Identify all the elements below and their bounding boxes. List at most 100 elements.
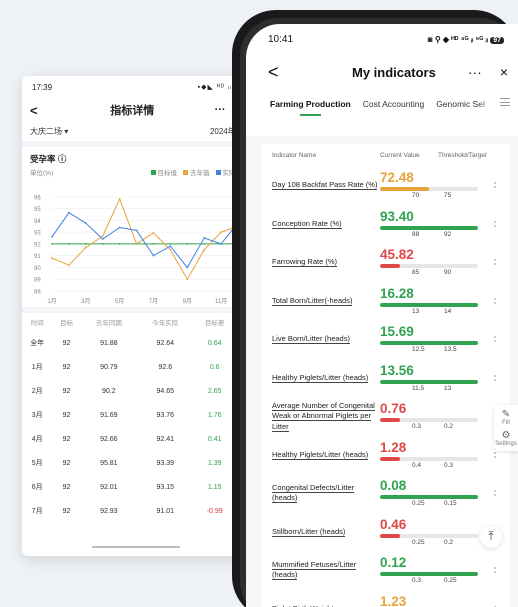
progress-fill: [380, 572, 478, 576]
data-point: [84, 246, 87, 249]
indicator-name[interactable]: Healthy Piglets/Litter (heads): [272, 449, 378, 461]
data-table: 时间 目标 去年同期 今年实际 目标差 同 全年9291.8892.640.64…: [22, 313, 250, 523]
y-tick-label: 92: [34, 242, 41, 248]
x-tick-label: 5月: [115, 298, 124, 305]
status-bar: 17:39 ▪◆◣ ᴴᴰ ᵢₗ ▮: [22, 76, 250, 98]
threshold-value: 0.3: [412, 423, 422, 430]
cell-time: 6月: [31, 484, 43, 491]
farm-select[interactable]: 大庆二场 ▾: [30, 126, 68, 137]
indicator-row[interactable]: Congenital Defects/Litter (heads) 0.08 0.2…: [262, 474, 510, 513]
y-tick-label: 89: [34, 278, 41, 284]
indicator-name[interactable]: Conception Rate (%): [272, 218, 378, 230]
data-point: [203, 248, 206, 251]
data-point: [51, 235, 53, 238]
indicator-row[interactable]: Stillborn/Litter (heads) 0.46 0.25 0.2: [262, 513, 510, 552]
data-point: [68, 211, 70, 214]
indicator-row[interactable]: Mummified Fetuses/Litter (heads) 0.12 0.3 0…: [262, 551, 510, 590]
cell-diff: 1.15: [207, 483, 222, 491]
data-point: [152, 232, 155, 234]
column-header-name: Indicator Name: [272, 151, 317, 159]
target-value: 0.15: [444, 500, 457, 507]
indicator-row[interactable]: Day 108 Backfat Pass Rate (%) 72.48 70 75: [262, 166, 510, 205]
cell-time: 3月: [31, 412, 43, 419]
x-tick-label: 11月: [215, 298, 227, 305]
data-point: [220, 231, 222, 234]
progress-fill: [380, 379, 478, 384]
status-time: 17:39: [32, 82, 53, 92]
page-title: My indicators: [352, 64, 436, 80]
indicator-name[interactable]: Healthy Piglets/Litter (heads): [272, 372, 378, 384]
indicator-name[interactable]: Day 108 Backfat Pass Rate (%): [272, 180, 378, 191]
cell-diff: 0.41: [207, 435, 222, 443]
indicator-row[interactable]: Conception Rate (%) 93.40 88 92: [262, 205, 510, 244]
table-header: 今年实际: [152, 320, 179, 327]
indicator-row[interactable]: Piglet Birth Weight1.23: [262, 590, 510, 607]
more-vertical-icon[interactable]: [494, 336, 496, 342]
indicator-row[interactable]: Healthy Piglets/Litter (heads) 13.56 11.5 1…: [262, 359, 510, 398]
column-header-threshold: Threshold/Target: [438, 151, 487, 159]
indicator-row[interactable]: Live Born/Litter (heads) 15.69 12.5 13.5: [262, 320, 510, 359]
indicator-value: 0.46: [380, 516, 407, 532]
menu-icon[interactable]: [500, 98, 510, 106]
more-vertical-icon[interactable]: [494, 490, 496, 496]
chart-unit: 单位(%): [30, 170, 54, 177]
fill-tool[interactable]: ✎ Fill: [494, 409, 518, 426]
data-point: [135, 229, 138, 232]
indicator-name[interactable]: Piglet Birth Weight: [272, 603, 378, 607]
legend-swatch: [183, 170, 188, 175]
cell-actual: 92.6: [158, 363, 173, 371]
indicator-name[interactable]: Average Number of Congenital Weak or Abn…: [272, 400, 378, 433]
x-tick-label: 1月: [47, 298, 56, 305]
back-icon[interactable]: <: [30, 103, 50, 118]
indicator-name[interactable]: Live Born/Litter (heads): [272, 334, 378, 345]
y-tick-label: 91: [34, 254, 41, 260]
target-value: 75: [444, 192, 452, 199]
gear-icon: ⚙: [501, 430, 511, 441]
threshold-value: 0.25: [412, 538, 425, 546]
cell-time: 2月: [31, 388, 43, 395]
more-vertical-icon[interactable]: [494, 374, 496, 381]
indicator-value: 45.82: [380, 247, 414, 262]
more-vertical-icon[interactable]: [494, 182, 496, 188]
indicator-row[interactable]: Healthy Piglets/Litter (heads) 1.28 0.4 0.3: [262, 436, 510, 475]
more-vertical-icon[interactable]: [494, 259, 496, 265]
threshold-value: 0.4: [412, 461, 422, 469]
indicator-row[interactable]: Total Born/Litter(-heads) 16.28 13 14: [262, 282, 510, 321]
more-vertical-icon[interactable]: [494, 567, 496, 573]
indicator-name[interactable]: Farrowing Rate (%): [272, 257, 378, 268]
series-line: [51, 212, 239, 269]
tab-cost-accounting[interactable]: Cost Accounting: [363, 99, 424, 109]
indicator-name[interactable]: Total Born/Litter(-heads): [272, 295, 378, 307]
back-to-top-button[interactable]: ⤒: [480, 526, 502, 548]
threshold-value: 13: [412, 307, 420, 315]
more-vertical-icon[interactable]: [494, 451, 496, 458]
indicator-name[interactable]: Mummified Fetuses/Litter (heads): [272, 559, 378, 581]
data-point: [152, 242, 155, 245]
indicator-name[interactable]: Stillborn/Litter (heads): [272, 526, 378, 538]
back-icon[interactable]: <: [268, 62, 298, 83]
cell-diff: 0.64: [207, 339, 222, 347]
indicator-name[interactable]: Congenital Defects/Litter (heads): [272, 482, 378, 504]
more-vertical-icon[interactable]: [494, 220, 496, 227]
progress-fill: [380, 187, 429, 191]
cell-last-year: 90.2: [102, 387, 116, 395]
progress-fill: [380, 418, 400, 422]
tab-farming-production[interactable]: Farming Production: [270, 99, 351, 116]
more-vertical-icon[interactable]: [494, 297, 496, 304]
side-toolbar: ✎ Fill ⚙ Settings: [494, 405, 518, 451]
y-tick-label: 88: [34, 290, 41, 296]
indicator-row[interactable]: Farrowing Rate (%) 45.82 85 90: [262, 243, 510, 282]
table-row: 6月 92 92.01 93.15 1.15: [22, 475, 250, 499]
data-point: [186, 266, 189, 269]
indicator-row[interactable]: Average Number of Congenital Weak or Abn…: [262, 397, 510, 436]
close-icon[interactable]: ×: [500, 64, 508, 80]
more-icon[interactable]: ···: [215, 104, 226, 116]
chart-legend: 目标值 去年值 实际值: [150, 167, 242, 177]
cell-target: 92: [62, 483, 71, 491]
cell-diff: 1.39: [207, 459, 222, 467]
cell-last-year: 92.66: [100, 435, 118, 443]
filter-row: 大庆二场 ▾ 2024年 ▾: [22, 122, 250, 141]
settings-tool[interactable]: ⚙ Settings: [494, 430, 518, 447]
more-icon[interactable]: ···: [468, 64, 482, 80]
cell-actual: 94.65: [156, 387, 175, 395]
